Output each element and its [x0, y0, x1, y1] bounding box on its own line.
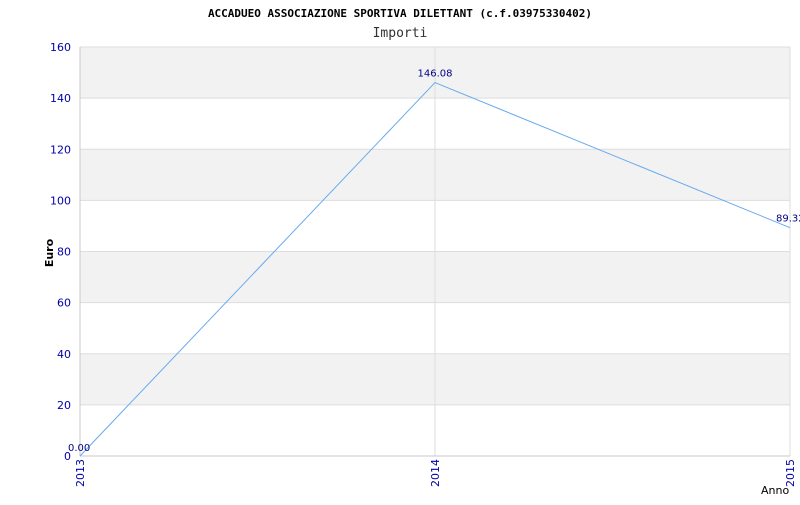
x-tick-labels: 2013 2014 2015 [74, 459, 797, 487]
y-tick-label: 60 [57, 297, 71, 310]
data-label: 89.32 [776, 214, 800, 225]
y-tick-label: 120 [50, 143, 71, 156]
chart-title: ACCADUEO ASSOCIAZIONE SPORTIVA DILETTANT… [208, 7, 592, 20]
line-chart: 020406080100120140160 201320142015 0.001… [0, 0, 800, 500]
data-label: 0.00 [68, 443, 90, 454]
x-tick-label: 2015 [784, 459, 797, 487]
y-tick-label: 140 [50, 92, 71, 105]
x-tick-label: 2013 [74, 459, 87, 487]
y-tick-label: 80 [57, 246, 71, 259]
y-tick-label: 160 [50, 41, 71, 54]
chart: 020406080100120140160 201320142015 0.001… [0, 0, 800, 500]
y-tick-label: 100 [50, 194, 71, 207]
y-tick-label: 40 [57, 348, 71, 361]
y-tick-label: 20 [57, 399, 71, 412]
data-label: 146.08 [418, 69, 453, 80]
chart-subtitle: Importi [373, 26, 428, 41]
y-axis-label: Euro [43, 238, 56, 267]
x-axis-label: Anno [761, 484, 789, 497]
x-tick-label: 2014 [429, 459, 442, 487]
